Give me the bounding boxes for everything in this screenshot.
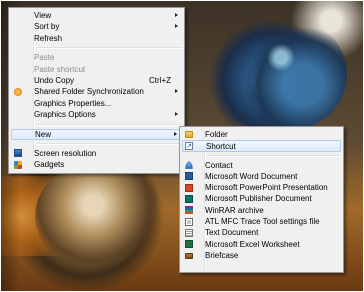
folder-icon [185,131,193,138]
menu-item-label: ATL MFC Trace Tool settings file [205,217,320,227]
briefcase-icon [185,252,193,259]
menu-item-label: Microsoft Excel Worksheet [205,239,300,249]
gadgets-icon [14,160,22,169]
atl-mfc-settings-icon [185,217,193,226]
new-item-atl-mfc-settings[interactable]: ATL MFC Trace Tool settings file [182,216,341,227]
menu-separator [37,47,182,50]
new-item-folder[interactable]: Folder [182,129,341,140]
new-item-contact[interactable]: Contact [182,160,341,171]
screen-resolution-icon [14,149,22,158]
menu-item-label: Shared Folder Synchronization [34,87,144,97]
menu-item-label: Paste shortcut [34,64,86,74]
winrar-archive-icon [185,206,193,215]
shortcut-icon [185,141,193,152]
excel-worksheet-icon [185,240,193,249]
submenu-arrow-icon [175,89,178,94]
new-item-text-document[interactable]: Text Document [182,227,341,238]
menu-item-label: Shortcut [206,142,236,152]
menu-item-label: Screen resolution [34,148,97,158]
menu-separator [37,123,182,126]
new-item-shortcut[interactable]: Shortcut [182,140,341,152]
menu-item-label: Microsoft PowerPoint Presentation [205,183,328,193]
menu-item-view[interactable]: View [11,10,182,21]
menu-item-paste-shortcut: Paste shortcut [11,64,182,75]
menu-item-label: Microsoft Word Document [205,171,298,181]
keyboard-shortcut: Ctrl+Z [149,75,171,85]
menu-item-screen-resolution[interactable]: Screen resolution [11,148,182,159]
menu-item-label: Gadgets [34,160,65,170]
menu-item-label: Graphics Properties... [34,98,112,108]
new-item-winrar-archive[interactable]: WinRAR archive [182,205,341,216]
menu-item-sort-by[interactable]: Sort by [11,21,182,32]
menu-item-label: Folder [205,130,228,139]
menu-item-paste: Paste [11,52,182,63]
menu-item-shared-folder-sync[interactable]: Shared Folder Synchronization [11,86,182,97]
text-document-icon [185,228,193,237]
powerpoint-presentation-icon [185,183,193,192]
menu-item-label: Sort by [34,22,60,32]
menu-item-label: Briefcase [205,250,239,260]
menu-separator [37,142,182,145]
submenu-arrow-icon [174,131,177,136]
shared-folder-sync-icon [14,87,22,96]
menu-item-refresh[interactable]: Refresh [11,33,182,44]
new-item-briefcase[interactable]: Briefcase [182,250,341,261]
new-item-publisher-document[interactable]: Microsoft Publisher Document [182,193,341,204]
menu-item-undo-copy[interactable]: Undo Copy Ctrl+Z [11,75,182,86]
menu-item-label: New [35,129,52,139]
menu-item-label: Contact [205,160,233,170]
menu-item-label: Paste [34,53,55,63]
menu-item-label: Microsoft Publisher Document [205,194,312,204]
new-submenu: Folder Shortcut Contact Microsoft Word D… [179,126,344,273]
submenu-arrow-icon [175,112,178,117]
menu-separator [208,154,341,157]
menu-item-new[interactable]: New [11,128,182,140]
new-item-excel-worksheet[interactable]: Microsoft Excel Worksheet [182,239,341,250]
submenu-arrow-icon [175,13,178,17]
menu-item-label: Undo Copy [34,75,75,85]
menu-item-graphics-properties[interactable]: Graphics Properties... [11,98,182,109]
desktop[interactable]: View Sort by Refresh Paste Paste shortcu… [0,0,364,292]
menu-item-label: WinRAR archive [205,205,264,215]
menu-item-graphics-options[interactable]: Graphics Options [11,109,182,120]
menu-item-label: Graphics Options [34,110,96,120]
new-item-word-document[interactable]: Microsoft Word Document [182,171,341,182]
menu-item-label: Text Document [205,228,259,238]
menu-item-label: View [34,11,52,20]
word-document-icon [185,172,193,181]
desktop-context-menu: View Sort by Refresh Paste Paste shortcu… [8,7,185,174]
contact-icon [185,161,193,170]
menu-item-label: Refresh [34,33,63,43]
menu-item-gadgets[interactable]: Gadgets [11,159,182,170]
publisher-document-icon [185,194,193,203]
submenu-arrow-icon [175,24,178,29]
new-item-powerpoint-presentation[interactable]: Microsoft PowerPoint Presentation [182,182,341,193]
